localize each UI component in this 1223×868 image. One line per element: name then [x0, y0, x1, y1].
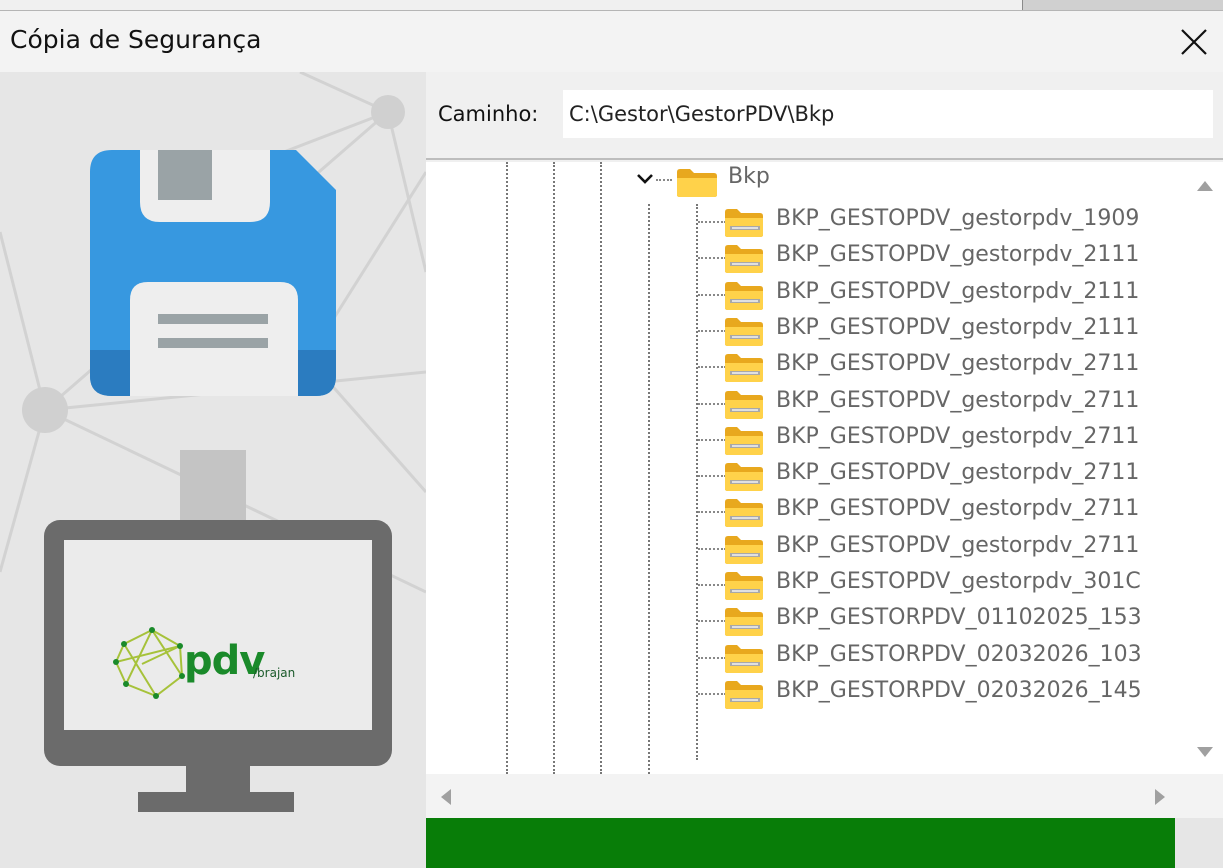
path-input[interactable]: [563, 90, 1213, 138]
tree-row[interactable]: BKP_GESTOPDV_gestorpdv_2111: [426, 277, 1186, 313]
pdv-logo-subtext: /brajan: [253, 666, 296, 680]
tree-row-label: BKP_GESTOPDV_gestorpdv_2711: [776, 387, 1140, 413]
zip-folder-icon: [725, 281, 763, 310]
zip-folder-icon: [725, 499, 763, 528]
tree-row-label: BKP_GESTOPDV_gestorpdv_2711: [776, 460, 1140, 486]
zip-folder-icon: [725, 608, 763, 637]
scroll-right-icon[interactable]: [1154, 788, 1166, 806]
tree-row[interactable]: BKP_GESTOPDV_gestorpdv_301C: [426, 567, 1186, 603]
tree-row-label: BKP_GESTOPDV_gestorpdv_2711: [776, 423, 1140, 449]
tree-node-bkp[interactable]: Bkp: [426, 162, 1186, 198]
tree-row-label: BKP_GESTOPDV_gestorpdv_2111: [776, 242, 1140, 268]
path-label: Caminho:: [438, 102, 539, 126]
content-panel: Caminho: Bkp BKP_GESTOPDV_gestorpdv_1909: [426, 72, 1223, 868]
tree-row[interactable]: BKP_GESTOPDV_gestorpdv_2111: [426, 240, 1186, 276]
tree-row[interactable]: BKP_GESTORPDV_02032026_103: [426, 640, 1186, 676]
tree-row[interactable]: BKP_GESTOPDV_gestorpdv_1909: [426, 204, 1186, 240]
folder-tree[interactable]: Bkp BKP_GESTOPDV_gestorpdv_1909 BKP_GESTO…: [426, 162, 1186, 774]
window-title: Cópia de Segurança: [10, 25, 262, 54]
backup-dialog: Cópia de Segurança pdv /brajan Caminho: …: [0, 0, 1223, 868]
tree-row[interactable]: BKP_GESTOPDV_gestorpdv_2711: [426, 531, 1186, 567]
horizontal-scrollbar[interactable]: [426, 774, 1186, 818]
vertical-scrollbar[interactable]: [1186, 162, 1223, 774]
zip-folder-icon: [725, 535, 763, 564]
tree-row-label: BKP_GESTOPDV_gestorpdv_2111: [776, 278, 1140, 304]
zip-folder-icon: [725, 354, 763, 383]
zip-folder-icon: [725, 426, 763, 455]
zip-folder-icon: [725, 245, 763, 274]
tree-row[interactable]: BKP_GESTORPDV_01102025_153: [426, 603, 1186, 639]
zip-folder-icon: [725, 644, 763, 673]
tree-row-label: BKP_GESTOPDV_gestorpdv_2111: [776, 314, 1140, 340]
close-icon: [1181, 29, 1207, 55]
zip-folder-icon: [725, 463, 763, 492]
scroll-left-icon[interactable]: [440, 788, 452, 806]
tree-row[interactable]: BKP_GESTOPDV_gestorpdv_2111: [426, 313, 1186, 349]
pdv-logo-network-icon: [113, 627, 185, 699]
chevron-down-icon[interactable]: [636, 172, 654, 186]
title-bar: Cópia de Segurança: [0, 10, 1223, 72]
close-button[interactable]: [1165, 11, 1223, 73]
tree-row[interactable]: BKP_GESTOPDV_gestorpdv_2711: [426, 422, 1186, 458]
tree-row[interactable]: BKP_GESTORPDV_02032026_145: [426, 676, 1186, 712]
zip-folder-icon: [725, 572, 763, 600]
tree-row[interactable]: BKP_GESTOPDV_gestorpdv_2711: [426, 494, 1186, 530]
tree-row-label: BKP_GESTORPDV_01102025_153: [776, 605, 1142, 631]
tree-row-label: BKP_GESTORPDV_02032026_145: [776, 677, 1142, 703]
scroll-down-icon[interactable]: [1196, 746, 1214, 758]
tree-node-label: Bkp: [728, 164, 770, 189]
tree-row[interactable]: BKP_GESTOPDV_gestorpdv_2711: [426, 386, 1186, 422]
folder-icon: [677, 169, 717, 197]
tree-row-label: BKP_GESTOPDV_gestorpdv_301C: [776, 569, 1141, 594]
zip-folder-icon: [725, 317, 763, 346]
zip-folder-icon: [725, 680, 763, 709]
floppy-disk-icon: [90, 150, 336, 396]
path-bar: Caminho:: [426, 72, 1223, 160]
illustration-panel: pdv /brajan: [0, 72, 426, 868]
tree-row-label: BKP_GESTOPDV_gestorpdv_2711: [776, 532, 1140, 558]
tree-row-label: BKP_GESTORPDV_02032026_103: [776, 641, 1142, 667]
tree-row-label: BKP_GESTOPDV_gestorpdv_1909: [776, 206, 1140, 231]
progress-fill: [426, 818, 1176, 868]
zip-folder-icon: [725, 390, 763, 419]
progress-bar: [426, 818, 1223, 868]
tree-row-label: BKP_GESTOPDV_gestorpdv_2711: [776, 351, 1140, 377]
zip-folder-icon: [725, 209, 763, 237]
tree-row[interactable]: BKP_GESTOPDV_gestorpdv_2711: [426, 349, 1186, 385]
scroll-up-icon[interactable]: [1196, 180, 1214, 192]
tree-row[interactable]: BKP_GESTOPDV_gestorpdv_2711: [426, 458, 1186, 494]
background-window: [1022, 0, 1223, 10]
scrollbar-corner: [1186, 774, 1223, 818]
tree-row-label: BKP_GESTOPDV_gestorpdv_2711: [776, 496, 1140, 522]
